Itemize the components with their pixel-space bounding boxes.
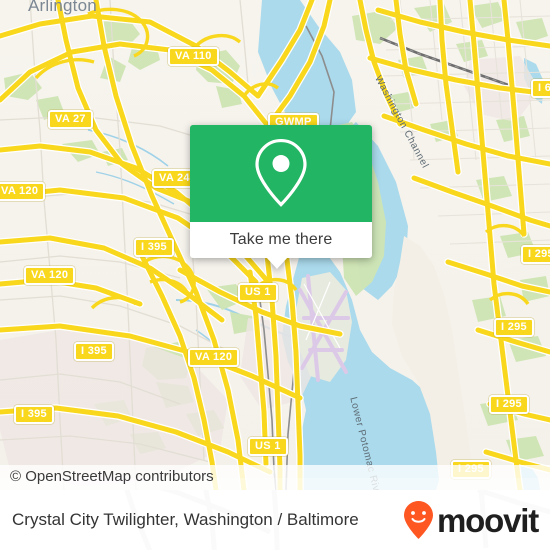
callout-header xyxy=(190,125,372,222)
location-callout-card[interactable]: Take me there xyxy=(190,125,372,269)
road-shield: US 1 xyxy=(248,437,288,456)
attribution-text: © OpenStreetMap contributors xyxy=(10,468,214,485)
moovit-wordmark: moovit xyxy=(437,501,539,539)
callout-pointer-tail xyxy=(266,257,288,269)
page-title: Crystal City Twilighter, Washington / Ba… xyxy=(12,510,359,529)
road-shield: I 295 xyxy=(521,245,550,264)
road-shield: VA 27 xyxy=(48,110,93,129)
map-canvas[interactable]: Arlington Washington Channel Lower Potom… xyxy=(0,0,550,490)
moovit-pin-icon xyxy=(404,501,434,539)
map-attribution-bar: © OpenStreetMap contributors xyxy=(0,465,550,490)
screenshot-root: Arlington Washington Channel Lower Potom… xyxy=(0,0,550,550)
road-shield: I 395 xyxy=(74,342,114,361)
moovit-logo[interactable]: moovit xyxy=(402,500,539,540)
road-shield: I 6 xyxy=(531,79,550,98)
map-pin-icon xyxy=(255,138,307,207)
road-shield: VA 110 xyxy=(168,47,219,66)
road-shield: VA 120 xyxy=(188,348,240,367)
road-shield: VA 120 xyxy=(24,266,76,285)
road-shield: US 1 xyxy=(238,283,278,302)
take-me-there-label: Take me there xyxy=(229,231,333,248)
road-shield: I 395 xyxy=(134,238,174,257)
road-shield: I 295 xyxy=(494,318,534,337)
footer-bar: Crystal City Twilighter, Washington / Ba… xyxy=(0,490,550,550)
road-shield: I 295 xyxy=(489,395,529,414)
road-shield: I 395 xyxy=(14,405,54,424)
callout-footer[interactable]: Take me there xyxy=(190,222,372,258)
road-shield: VA 120 xyxy=(0,182,46,201)
